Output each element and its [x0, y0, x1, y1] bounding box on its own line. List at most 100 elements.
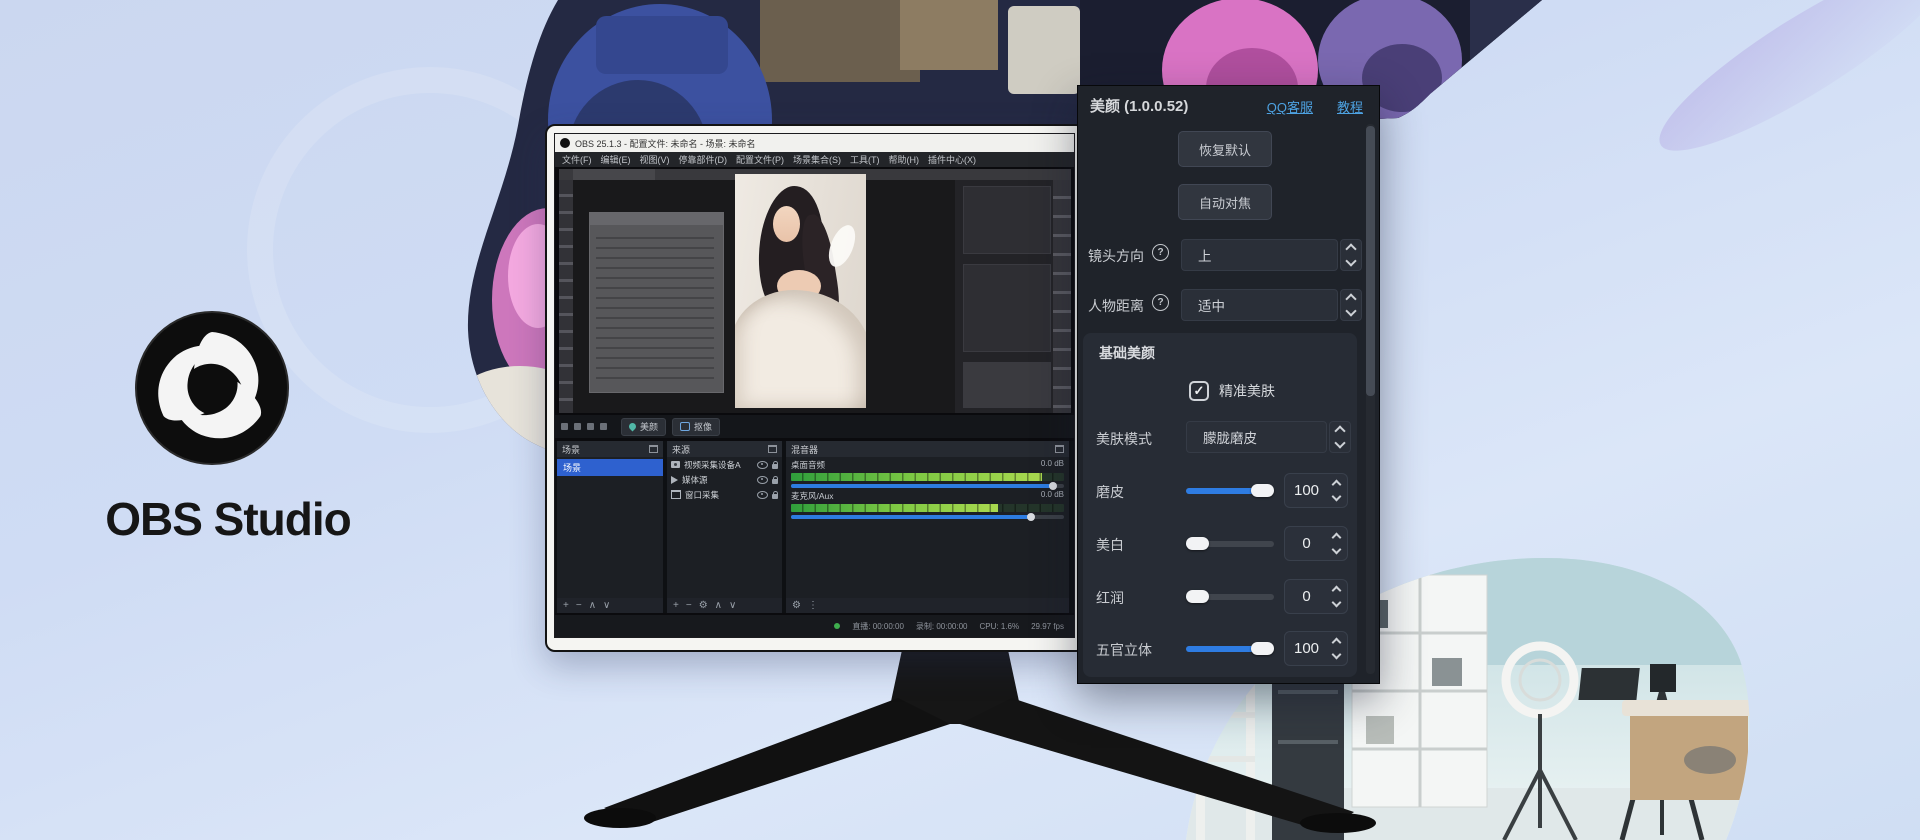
slider-thumb[interactable] [1186, 590, 1209, 603]
dock-mini-icon[interactable] [600, 423, 607, 430]
qq-support-link[interactable]: QQ客服 [1267, 97, 1313, 116]
volume-slider-knob[interactable] [1049, 482, 1057, 490]
mixer-panel-header[interactable]: 混音器 [786, 441, 1069, 457]
increment-icon[interactable] [1331, 480, 1341, 490]
visibility-icon[interactable] [757, 476, 768, 484]
decrement-icon[interactable] [1331, 598, 1341, 608]
source-row-camera[interactable]: 视频采集设备A [667, 457, 782, 472]
window-icon [671, 490, 681, 499]
matte-icon [680, 422, 690, 431]
tutorial-link[interactable]: 教程 [1337, 97, 1363, 116]
value-spinbox[interactable]: 100 [1284, 631, 1348, 666]
matte-dock-button[interactable]: 抠像 [672, 418, 720, 436]
sources-list[interactable]: 视频采集设备A 媒体源 窗口采集 [667, 457, 782, 598]
source-up-button[interactable]: ∧ [715, 601, 722, 611]
dock-mini-icon[interactable] [587, 423, 594, 430]
restore-default-button[interactable]: 恢复默认 [1178, 131, 1272, 167]
source-settings-button[interactable]: ⚙ [699, 601, 708, 611]
collapse-icon[interactable] [649, 445, 658, 453]
volume-slider-knob[interactable] [1027, 513, 1035, 521]
scenes-panel-header[interactable]: 场景 [557, 441, 663, 457]
beauty-dock-button[interactable]: 美颜 [621, 418, 666, 436]
person-distance-select[interactable]: 适中 [1181, 289, 1338, 321]
camera-direction-label: 镜头方向 [1088, 246, 1144, 266]
menu-view[interactable]: 视图(V) [640, 153, 670, 166]
menu-docks[interactable]: 停靠部件(D) [679, 153, 728, 166]
obs-menubar: 文件(F) 编辑(E) 视图(V) 停靠部件(D) 配置文件(P) 场景集合(S… [555, 152, 1074, 167]
lock-icon[interactable] [772, 494, 778, 499]
visibility-icon[interactable] [757, 461, 768, 469]
help-icon[interactable]: ? [1152, 294, 1169, 311]
slider-thumb[interactable] [1251, 642, 1274, 655]
obs-preview-area[interactable] [555, 167, 1074, 415]
decrement-icon[interactable] [1331, 492, 1341, 502]
auto-focus-button[interactable]: 自动对焦 [1178, 184, 1272, 220]
dock-mini-icon[interactable] [561, 423, 568, 430]
portrait-dress [735, 290, 866, 408]
slider-track[interactable] [1186, 594, 1274, 600]
menu-plugin-center[interactable]: 插件中心(X) [928, 153, 976, 166]
collapse-icon[interactable] [1055, 445, 1064, 453]
value-spinbox[interactable]: 0 [1284, 579, 1348, 614]
camera-direction-spinner[interactable] [1340, 239, 1362, 271]
source-row-window[interactable]: 窗口采集 [667, 487, 782, 502]
visibility-icon[interactable] [757, 491, 768, 499]
menu-scene-collection[interactable]: 场景集合(S) [793, 153, 841, 166]
remove-source-button[interactable]: − [686, 601, 692, 611]
menu-edit[interactable]: 编辑(E) [601, 153, 631, 166]
decrement-icon[interactable] [1331, 650, 1341, 660]
scrollbar-thumb[interactable] [1366, 126, 1375, 396]
scene-item-selected[interactable]: 场景 [557, 459, 663, 476]
mixer-channel: 桌面音频 0.0 dB [786, 457, 1069, 488]
scene-down-button[interactable]: ∨ [603, 601, 610, 611]
dock-mini-icon[interactable] [574, 423, 581, 430]
sources-panel: 来源 视频采集设备A 媒体源 [667, 441, 782, 613]
scenes-footer-toolbar: + − ∧ ∨ [557, 598, 663, 613]
scenes-list[interactable]: 场景 [557, 457, 663, 598]
volume-slider[interactable] [791, 484, 1064, 488]
skin-mode-spinner[interactable] [1329, 421, 1351, 453]
menu-tools[interactable]: 工具(T) [850, 153, 880, 166]
slider-track[interactable] [1186, 488, 1274, 494]
lock-icon[interactable] [772, 479, 778, 484]
value-spinbox[interactable]: 0 [1284, 526, 1348, 561]
increment-icon[interactable] [1331, 533, 1341, 543]
precise-skin-checkbox[interactable]: ✓ [1189, 381, 1209, 401]
ps-panel-block [963, 362, 1051, 408]
source-row-media[interactable]: 媒体源 [667, 472, 782, 487]
mixer-settings-button[interactable]: ⚙ [792, 601, 801, 611]
slider-thumb[interactable] [1251, 484, 1274, 497]
slider-track[interactable] [1186, 541, 1274, 547]
panel-scrollbar[interactable] [1366, 124, 1375, 674]
slider-thumb[interactable] [1186, 537, 1209, 550]
increment-icon[interactable] [1331, 638, 1341, 648]
decrement-icon[interactable] [1331, 545, 1341, 555]
increment-icon[interactable] [1331, 586, 1341, 596]
remove-scene-button[interactable]: − [576, 601, 582, 611]
obs-window-titlebar[interactable]: OBS 25.1.3 - 配置文件: 未命名 - 场景: 未命名 [555, 134, 1074, 152]
sources-panel-header[interactable]: 来源 [667, 441, 782, 457]
value-spinbox[interactable]: 100 [1284, 473, 1348, 508]
person-distance-spinner[interactable] [1340, 289, 1362, 321]
menu-profile[interactable]: 配置文件(P) [736, 153, 784, 166]
scenes-panel: 场景 场景 + − ∧ ∨ [557, 441, 663, 613]
camera-direction-select[interactable]: 上 [1181, 239, 1338, 271]
lock-icon[interactable] [772, 464, 778, 469]
help-icon[interactable]: ? [1152, 244, 1169, 261]
collapse-icon[interactable] [768, 445, 777, 453]
add-scene-button[interactable]: + [563, 601, 569, 611]
add-source-button[interactable]: + [673, 601, 679, 611]
basic-beauty-title: 基础美颜 [1099, 343, 1155, 363]
volume-slider[interactable] [791, 515, 1064, 519]
source-label: 媒体源 [682, 474, 753, 486]
skin-mode-select[interactable]: 朦胧磨皮 [1186, 421, 1327, 453]
sources-panel-title: 来源 [672, 443, 690, 456]
source-down-button[interactable]: ∨ [729, 601, 736, 611]
mixer-menu-button[interactable]: ⋮ [808, 601, 818, 611]
menu-file[interactable]: 文件(F) [562, 153, 592, 166]
menu-help[interactable]: 帮助(H) [889, 153, 920, 166]
precise-skin-checkbox-row[interactable]: ✓ 精准美肤 [1189, 381, 1275, 401]
ps-panel-block [963, 264, 1051, 352]
scene-up-button[interactable]: ∧ [589, 601, 596, 611]
slider-track[interactable] [1186, 646, 1274, 652]
